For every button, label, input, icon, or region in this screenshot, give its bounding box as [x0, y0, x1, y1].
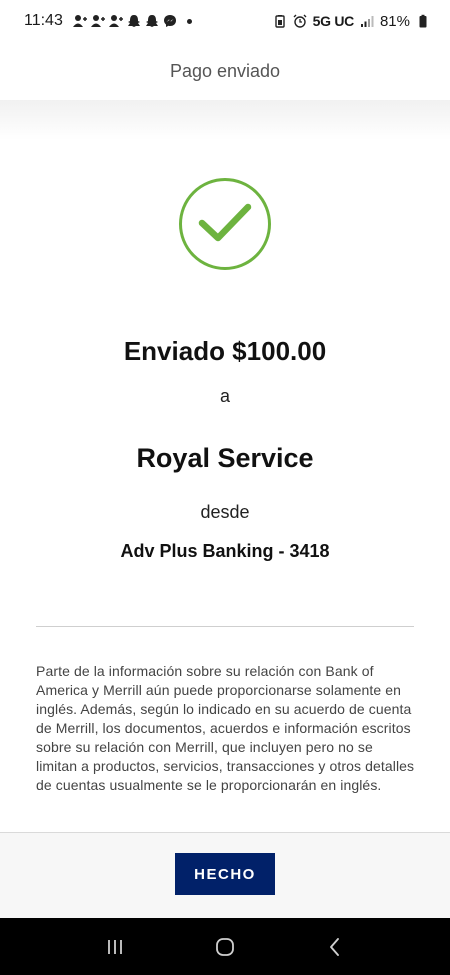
battery-percent: 81% — [379, 12, 410, 30]
back-icon — [330, 937, 339, 956]
page-title: Pago enviado — [169, 60, 281, 81]
person-add-icon — [108, 14, 123, 28]
snapchat-icon — [145, 14, 159, 28]
checkmark-circle-icon — [178, 177, 272, 271]
header-shadow — [0, 100, 450, 140]
from-word: desde — [200, 502, 250, 522]
more-notifications-dot — [186, 18, 192, 24]
messenger-icon — [163, 14, 177, 28]
snapchat-icon — [127, 14, 141, 28]
to-word: a — [219, 386, 230, 406]
system-nav-bar — [0, 918, 450, 975]
done-button[interactable]: HECHO — [175, 853, 275, 895]
alarm-icon — [293, 14, 307, 28]
status-right: 5G UC 81% — [273, 13, 430, 30]
signal-icon — [360, 14, 374, 28]
disclaimer-text: Parte de la información sobre su relació… — [36, 663, 415, 793]
recents-icon — [108, 939, 122, 954]
network-type: 5G UC — [312, 13, 355, 29]
person-add-icon — [90, 14, 105, 28]
home-icon — [216, 937, 234, 956]
person-add-icon — [72, 14, 87, 28]
divider — [36, 626, 414, 627]
recipient-name: Royal Service — [136, 443, 314, 473]
battery-saver-icon — [273, 14, 287, 28]
page-header: Pago enviado — [0, 42, 450, 100]
source-account: Adv Plus Banking - 3418 — [120, 541, 330, 561]
sent-amount: Enviado $100.00 — [123, 336, 327, 366]
status-left: 11:43 — [24, 12, 192, 30]
status-time: 11:43 — [24, 12, 63, 29]
status-bar: 11:43 5G UC 81% — [0, 0, 450, 42]
recents-button[interactable] — [95, 927, 135, 967]
battery-icon — [416, 14, 430, 28]
back-button[interactable] — [315, 927, 355, 967]
home-button[interactable] — [205, 927, 245, 967]
